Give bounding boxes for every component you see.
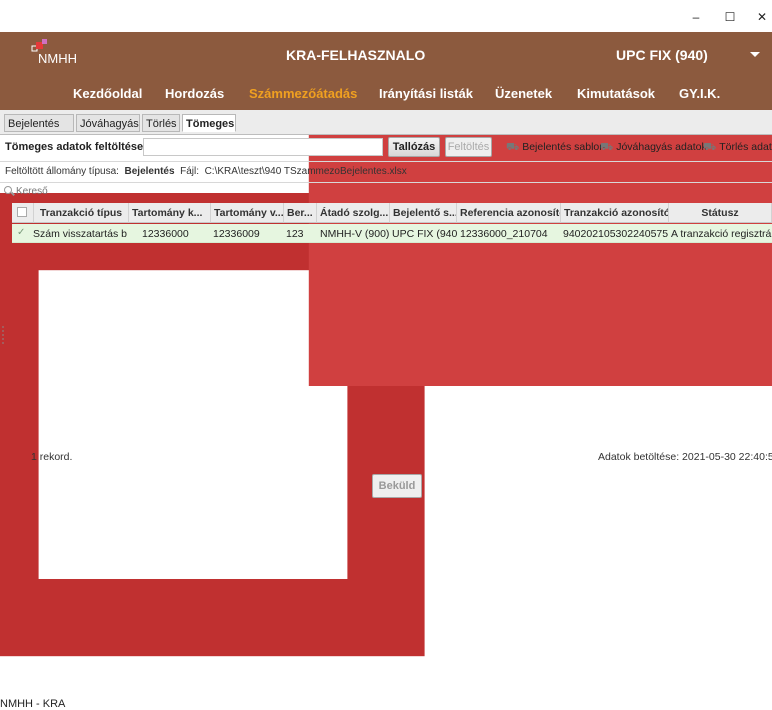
nav-iranyitasi-listak[interactable]: Irányítási listák bbox=[379, 86, 473, 101]
link-jovahagyas-adatok[interactable]: ⛟ Jóváhagyás adatok bbox=[600, 141, 707, 155]
tab-bejelentes[interactable]: Bejelentés bbox=[4, 114, 74, 132]
upload-label: Tömeges adatok feltöltése bbox=[5, 141, 144, 153]
current-user: KRA-FELHASZNALO bbox=[286, 47, 426, 63]
cell-ber: 123 bbox=[286, 228, 304, 240]
tab-jovahagyas[interactable]: Jóváhagyás bbox=[76, 114, 140, 132]
link-torles-adatok[interactable]: ⛟ Törlés adato bbox=[703, 141, 772, 155]
header-referencia-azonosito[interactable]: Referencia azonosító bbox=[457, 203, 561, 223]
nav-kimutatasok[interactable]: Kimutatások bbox=[577, 86, 655, 101]
download-icon: ⛟ bbox=[703, 141, 717, 153]
nav-gyik[interactable]: GY.I.K. bbox=[679, 86, 720, 101]
cell-referencia-azonosito: 12336000_210704 bbox=[460, 228, 548, 240]
download-icon: ⛟ bbox=[600, 141, 614, 153]
nmhh-logo: NMHH bbox=[31, 39, 77, 66]
search-input[interactable] bbox=[16, 184, 216, 198]
header-statusz[interactable]: Státusz bbox=[669, 203, 772, 223]
provider-selector[interactable]: UPC FIX (940) bbox=[616, 47, 708, 63]
header-ber[interactable]: Ber... bbox=[284, 203, 317, 223]
search-icon bbox=[4, 186, 12, 194]
cell-tranzakcio-tipus: Szám visszatartás bej... bbox=[33, 228, 127, 240]
select-all-checkbox[interactable] bbox=[17, 207, 27, 217]
cell-statusz: A tranzakció regisztrált bbox=[671, 228, 772, 240]
load-timestamp: Adatok betöltése: 2021-05-30 22:40:57 bbox=[598, 451, 772, 463]
nav-kezdooldal[interactable]: Kezdőoldal bbox=[73, 86, 142, 101]
header-tranzakcio-azonosito[interactable]: Tranzakció azonosító bbox=[561, 203, 669, 223]
row-checkbox[interactable]: ✓ bbox=[17, 227, 28, 238]
header-tartomany-kezdet[interactable]: Tartomány k... bbox=[129, 203, 211, 223]
cell-tartomany-veg: 12336009 bbox=[213, 228, 260, 240]
chevron-down-icon[interactable] bbox=[750, 52, 760, 57]
header-atado-szolgaltato[interactable]: Átadó szolg... bbox=[317, 203, 390, 223]
file-info: Feltöltött állomány típusa: Bejelentés F… bbox=[5, 166, 407, 177]
file-path-input[interactable] bbox=[143, 138, 383, 156]
submit-button[interactable]: Beküld bbox=[372, 474, 422, 498]
nav-uzenetek[interactable]: Üzenetek bbox=[495, 86, 552, 101]
cell-tranzakcio-azonosito: 940202105302240575... bbox=[563, 228, 669, 240]
nav-szammezoatadas[interactable]: Számmezőátadás bbox=[249, 86, 357, 101]
svg-text:NMHH: NMHH bbox=[38, 51, 77, 66]
resize-handle[interactable] bbox=[2, 325, 4, 345]
maximize-button[interactable]: ☐ bbox=[716, 6, 744, 28]
nav-hordozas[interactable]: Hordozás bbox=[165, 86, 224, 101]
header-bejelento-szolgaltato[interactable]: Bejelentő s... bbox=[390, 203, 457, 223]
tab-torles[interactable]: Törlés bbox=[142, 114, 180, 132]
cell-atado-szolgaltato: NMHH-V (900) bbox=[320, 228, 390, 240]
tab-tomeges[interactable]: Tömeges bbox=[182, 114, 236, 132]
cell-bejelento-szolgaltato: UPC FIX (940) bbox=[392, 228, 457, 240]
window-titlebar bbox=[0, 0, 772, 32]
minimize-button[interactable]: – bbox=[682, 6, 710, 28]
cell-tartomany-kezdet: 12336000 bbox=[142, 228, 189, 240]
browse-button[interactable]: Tallózás bbox=[388, 137, 440, 157]
header-tartomany-veg[interactable]: Tartomány v... bbox=[211, 203, 284, 223]
header-tranzakcio-tipus[interactable]: Tranzakció típus bbox=[34, 203, 129, 223]
window-title: NMHH - KRA bbox=[0, 697, 66, 710]
link-bejelentes-sablon[interactable]: ⛟ Bejelentés sablon bbox=[506, 141, 605, 155]
close-button[interactable]: ✕ bbox=[748, 6, 772, 28]
download-icon: ⛟ bbox=[506, 141, 520, 153]
record-count: 1 rekord. bbox=[31, 451, 73, 463]
upload-button[interactable]: Feltöltés bbox=[445, 137, 492, 157]
